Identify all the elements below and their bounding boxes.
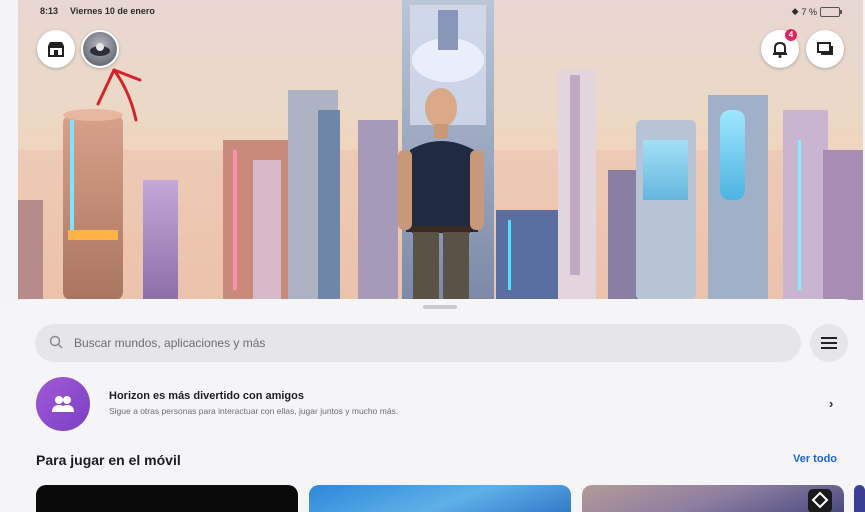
search-placeholder: Buscar mundos, aplicaciones y más: [74, 336, 266, 350]
game-logo-icon: [808, 489, 832, 512]
app-screen: 8:13 Viernes 10 de enero ◆ 7 % 4 Buscar …: [0, 0, 865, 512]
red-annotation-arrow: [96, 68, 142, 122]
store-button[interactable]: [37, 30, 75, 68]
battery-percent: 7 %: [801, 6, 817, 17]
see-all-link[interactable]: Ver todo: [793, 453, 837, 465]
status-bar: 8:13 Viernes 10 de enero ◆ 7 %: [40, 6, 842, 20]
chat-icon: [817, 42, 833, 55]
friends-promo-icon[interactable]: [36, 377, 90, 431]
hero-cityscape-illustration: [18, 0, 863, 300]
game-card[interactable]: [36, 485, 298, 512]
hero-banner: [18, 0, 863, 300]
search-bar[interactable]: Buscar mundos, aplicaciones y más: [35, 324, 801, 362]
diamond-logo-icon: [811, 491, 829, 509]
game-card[interactable]: [854, 485, 865, 512]
section-title: Para jugar en el móvil: [36, 452, 181, 468]
wifi-icon: ◆: [791, 6, 799, 16]
people-icon: [52, 396, 74, 412]
bell-icon: [773, 41, 787, 58]
game-card[interactable]: [309, 485, 571, 512]
menu-button[interactable]: [810, 324, 848, 362]
status-date: Viernes 10 de enero: [70, 6, 155, 16]
promo-title[interactable]: Horizon es más divertido con amigos: [109, 390, 304, 402]
sheet-grabber-handle[interactable]: [423, 305, 457, 309]
hamburger-icon: [821, 337, 837, 349]
status-time: 8:13: [40, 6, 59, 16]
avatar-icon: [90, 43, 110, 56]
game-card[interactable]: [582, 485, 844, 512]
search-icon: [49, 335, 63, 349]
battery-icon: [820, 6, 842, 17]
messages-button[interactable]: [806, 30, 844, 68]
notifications-count-badge: 4: [785, 29, 797, 41]
status-battery: ◆ 7 %: [791, 6, 842, 17]
promo-subtitle: Sigue a otras personas para interactuar …: [109, 406, 399, 416]
store-icon: [48, 42, 64, 57]
chevron-right-icon[interactable]: ›: [829, 396, 833, 411]
